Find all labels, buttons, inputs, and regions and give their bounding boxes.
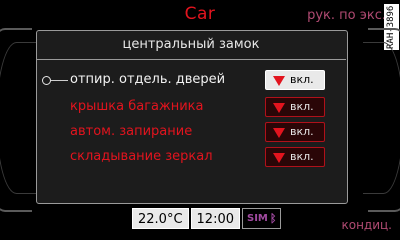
menu-item-label: складывание зеркал	[70, 149, 213, 164]
climate-softkey[interactable]: кондиц.	[341, 218, 392, 232]
temperature-display: 22.0°C	[132, 208, 189, 229]
menu-item-label: автом. запирание	[70, 124, 193, 139]
menu-item-label: отпир. отдель. дверей	[70, 72, 226, 87]
sim-label: SIM	[247, 213, 268, 224]
menu-item-auto-locking[interactable]: автом. запирание вкл.	[0, 122, 400, 144]
menu-item-mirror-folding[interactable]: складывание зеркал вкл.	[0, 147, 400, 169]
menu-item-trunk-lid[interactable]: крышка багажника вкл.	[0, 97, 400, 119]
toggle-button[interactable]: вкл.	[265, 97, 325, 117]
triangle-down-icon	[273, 153, 285, 163]
toggle-button[interactable]: вкл.	[265, 122, 325, 142]
toggle-value: вкл.	[290, 125, 314, 138]
toggle-button[interactable]: вкл.	[265, 147, 325, 167]
toggle-value: вкл.	[290, 73, 314, 86]
menu-item-label: крышка багажника	[70, 99, 204, 114]
screen-title[interactable]: Car	[150, 4, 250, 24]
triangle-down-icon	[273, 76, 285, 86]
menu-item-separate-door-unlock[interactable]: отпир. отдель. дверей вкл.	[0, 70, 400, 92]
clock-display: 12:00	[190, 208, 240, 229]
selection-pointer-line	[51, 80, 68, 81]
triangle-down-icon	[273, 128, 285, 138]
manual-softkey[interactable]: рук. по экс.	[307, 8, 386, 23]
toggle-button[interactable]: вкл.	[265, 70, 325, 90]
toggle-value: вкл.	[290, 150, 314, 163]
sim-indicator: SIM ᛒ	[242, 208, 282, 229]
selection-pointer-icon	[42, 76, 51, 85]
triangle-down-icon	[273, 103, 285, 113]
toggle-value: вкл.	[290, 100, 314, 113]
menu-title: центральный замок	[36, 31, 346, 60]
status-bar: 22.0°C 12:00 SIM ᛒ	[132, 208, 282, 229]
bluetooth-icon: ᛒ	[269, 212, 277, 225]
mmi-screen: Car рук. по экс. RAH-3896 центральный за…	[0, 0, 400, 240]
